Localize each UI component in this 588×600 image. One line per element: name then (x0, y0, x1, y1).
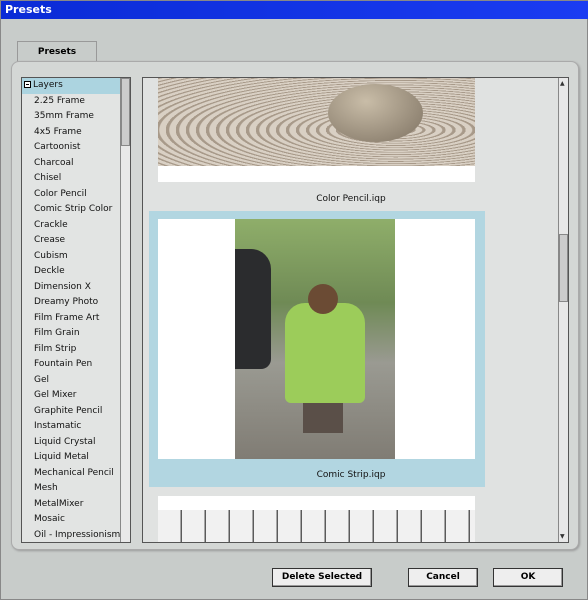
tree-item[interactable]: Mechanical Pencil (22, 466, 130, 482)
tree-item[interactable]: Film Grain (22, 326, 130, 342)
preview-caption: Color Pencil.iqp (316, 194, 386, 204)
tree-item[interactable]: Charcoal (22, 156, 130, 172)
preview-pane[interactable]: Color Pencil.iqp Comic Strip.iqp ▲ ▼ (142, 77, 569, 543)
tree-item[interactable]: 35mm Frame (22, 109, 130, 125)
tree-item[interactable]: MetalMixer (22, 497, 130, 513)
tree-item[interactable]: 4x5 Frame (22, 125, 130, 141)
tree-item[interactable]: Gel (22, 373, 130, 389)
scroll-up-icon[interactable]: ▲ (560, 80, 565, 87)
collapse-icon[interactable] (24, 81, 31, 88)
tree-root-layers[interactable]: Layers (22, 78, 120, 94)
tree-item[interactable]: Fountain Pen (22, 357, 130, 373)
tree-item[interactable]: Dreamy Photo (22, 295, 130, 311)
tree-scroll-thumb[interactable] (121, 78, 130, 146)
tab-presets[interactable]: Presets (17, 41, 97, 62)
tree-item[interactable]: Graphite Pencil (22, 404, 130, 420)
preset-tree[interactable]: Layers 2.25 Frame 35mm Frame 4x5 Frame Cart… (21, 77, 131, 543)
tree-item[interactable]: Mesh (22, 481, 130, 497)
tree-item[interactable]: Instamatic (22, 419, 130, 435)
delete-selected-button[interactable]: Delete Selected (272, 568, 372, 587)
tree-item[interactable]: Cartoonist (22, 140, 130, 156)
preview-scrollbar[interactable]: ▲ ▼ (558, 78, 568, 542)
tree-item[interactable]: Color Pencil (22, 187, 130, 203)
tree-item[interactable]: Crackle (22, 218, 130, 234)
tree-item[interactable]: Liquid Metal (22, 450, 130, 466)
window-title: Presets (1, 1, 588, 19)
tree-item[interactable]: Chisel (22, 171, 130, 187)
tree-item[interactable]: Liquid Crystal (22, 435, 130, 451)
ok-button[interactable]: OK (493, 568, 563, 587)
tree-item[interactable]: Deckle (22, 264, 130, 280)
tree-item[interactable]: Dimension X (22, 280, 130, 296)
preview-scroll-thumb[interactable] (559, 234, 568, 302)
tree-item[interactable]: Film Frame Art (22, 311, 130, 327)
tree-item[interactable]: 2.25 Frame (22, 94, 130, 110)
preview-caption: Comic Strip.iqp (316, 470, 386, 480)
tree-item[interactable]: Gel Mixer (22, 388, 130, 404)
cancel-button[interactable]: Cancel (408, 568, 478, 587)
tree-item[interactable]: Crease (22, 233, 130, 249)
tree-item[interactable]: Oil - Impressionism (22, 528, 130, 543)
tree-root-label: Layers (33, 80, 63, 90)
scroll-down-icon[interactable]: ▼ (560, 533, 565, 540)
preview-image-crackle[interactable] (158, 496, 475, 542)
tree-scrollbar[interactable] (120, 78, 130, 542)
tree-item[interactable]: Film Strip (22, 342, 130, 358)
preview-image-comic-strip[interactable] (158, 219, 475, 459)
tree-item[interactable]: Comic Strip Color (22, 202, 130, 218)
tree-item[interactable]: Mosaic (22, 512, 130, 528)
tree-item[interactable]: Cubism (22, 249, 130, 265)
preview-image-color-pencil[interactable] (158, 78, 475, 182)
